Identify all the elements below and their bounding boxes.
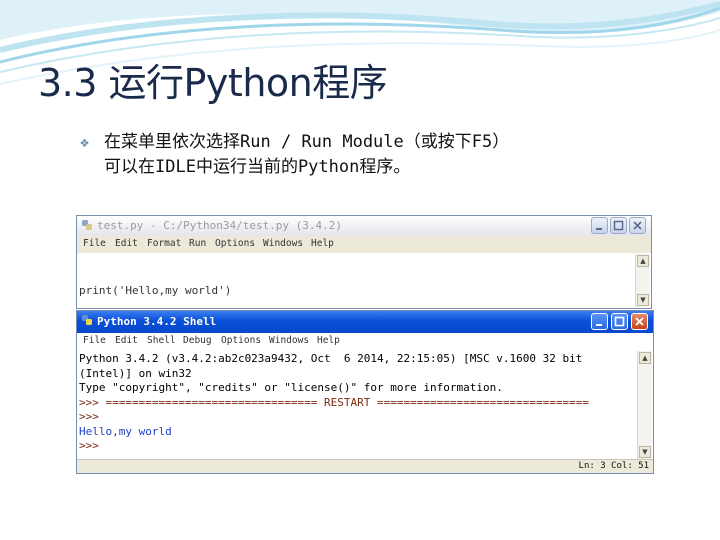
menu-format[interactable]: Format	[147, 238, 181, 249]
maximize-icon	[613, 220, 624, 231]
editor-scrollbar[interactable]: ▲ ▼	[635, 254, 650, 307]
minimize-button[interactable]	[591, 217, 608, 234]
minimize-button[interactable]	[591, 313, 608, 330]
code-editor[interactable]: print('Hello,my world')	[79, 255, 635, 305]
cursor-position: Ln: 3 Col: 51	[578, 461, 649, 471]
bullet-text: ❖ 在菜单里依次选择Run / Run Module（或按下F5） 可以在IDL…	[80, 130, 702, 180]
menu-help[interactable]: Help	[311, 238, 334, 249]
slide-title: 3.3 运行Python程序	[38, 61, 388, 105]
menu-edit[interactable]: Edit	[115, 335, 138, 346]
menu-file[interactable]: File	[83, 335, 106, 346]
shell-line: Python 3.4.2 (v3.4.2:ab2c023a9432, Oct 6…	[79, 352, 583, 365]
python-icon	[82, 315, 92, 325]
close-button[interactable]	[631, 313, 648, 330]
bullet-line-2: 可以在IDLE中运行当前的Python程序。	[104, 157, 411, 177]
menu-help[interactable]: Help	[317, 335, 340, 346]
shell-line: Hello,my world	[79, 424, 172, 438]
shell-line: >>>	[79, 439, 99, 452]
shell-titlebar[interactable]: Python 3.4.2 Shell	[77, 311, 653, 333]
scroll-down-icon[interactable]: ▼	[637, 294, 649, 306]
maximize-button[interactable]	[610, 217, 627, 234]
editor-titlebar[interactable]: test.py - C:/Python34/test.py (3.4.2)	[77, 216, 651, 236]
menu-shell[interactable]: Shell	[147, 335, 176, 346]
code-line: print('Hello,my world')	[79, 284, 232, 297]
scroll-up-icon[interactable]: ▲	[639, 352, 651, 364]
shell-menubar: File Edit Shell Debug Options Windows He…	[77, 333, 653, 350]
shell-line: (Intel)] on win32	[79, 366, 192, 380]
close-icon	[633, 221, 642, 230]
shell-scrollbar[interactable]: ▲ ▼	[637, 351, 652, 459]
menu-options[interactable]: Options	[215, 238, 255, 249]
menu-edit[interactable]: Edit	[115, 238, 138, 249]
shell-line: Type "copyright", "credits" or "license(…	[79, 381, 503, 394]
close-icon	[635, 317, 644, 326]
menu-run[interactable]: Run	[189, 238, 206, 249]
menu-file[interactable]: File	[83, 238, 106, 249]
minimize-icon	[596, 324, 602, 326]
close-button[interactable]	[629, 217, 646, 234]
bullet-icon: ❖	[80, 133, 90, 151]
minimize-icon	[596, 228, 602, 230]
editor-window: test.py - C:/Python34/test.py (3.4.2) Fi…	[76, 215, 652, 309]
shell-line: >>> ================================ RES…	[79, 395, 589, 409]
maximize-button[interactable]	[611, 313, 628, 330]
menu-windows[interactable]: Windows	[269, 335, 309, 346]
bullet-line-1: 在菜单里依次选择Run / Run Module（或按下F5）	[104, 132, 510, 152]
shell-window: Python 3.4.2 Shell File Edit Shell Debug…	[76, 310, 654, 474]
menu-options[interactable]: Options	[221, 335, 261, 346]
scroll-down-icon[interactable]: ▼	[639, 446, 651, 458]
editor-title: test.py - C:/Python34/test.py (3.4.2)	[97, 219, 343, 232]
shell-title: Python 3.4.2 Shell	[97, 315, 217, 328]
shell-line: >>>	[79, 410, 99, 423]
scroll-up-icon[interactable]: ▲	[637, 255, 649, 267]
status-bar: Ln: 3 Col: 51	[77, 459, 653, 473]
menu-windows[interactable]: Windows	[263, 238, 303, 249]
shell-output[interactable]: Python 3.4.2 (v3.4.2:ab2c023a9432, Oct 6…	[79, 352, 637, 456]
maximize-icon	[614, 316, 625, 327]
python-icon	[82, 220, 92, 230]
editor-menubar: File Edit Format Run Options Windows Hel…	[77, 236, 651, 253]
menu-debug[interactable]: Debug	[183, 335, 212, 346]
